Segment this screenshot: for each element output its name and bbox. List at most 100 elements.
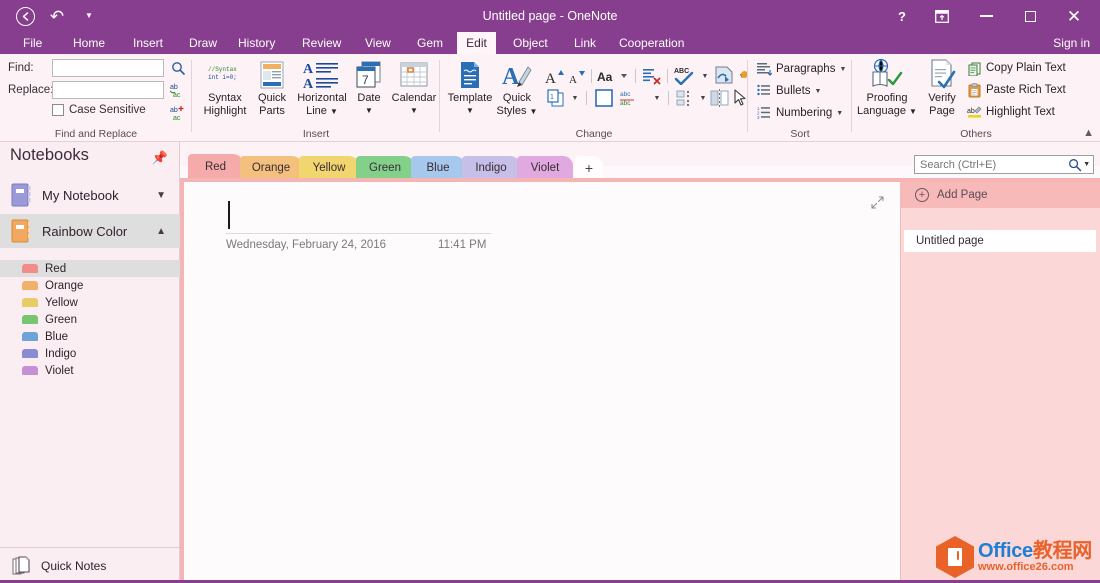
add-page-button[interactable]: + Add Page [901,182,1100,208]
notebook-my-notebook[interactable]: My Notebook ▼ [0,178,180,212]
find-input-field[interactable] [53,60,163,76]
ribbon-tab-home[interactable]: Home [64,32,114,54]
page-title-area[interactable]: Wednesday, February 24, 2016 11:41 PM [226,196,491,251]
align-button[interactable] [674,87,696,109]
shrink-font-button[interactable]: A [566,66,588,86]
section-tab-violet[interactable]: Violet [517,156,573,180]
chevron-down-icon[interactable]: ▼ [156,190,166,201]
change-case-button[interactable]: Aa [596,66,632,86]
page-title-input[interactable] [226,196,491,234]
search-input[interactable] [915,156,1067,173]
minimize-button[interactable] [964,1,1008,31]
sort-bullets-button[interactable]: Bullets ▼ [756,83,821,99]
sidebar-section-blue[interactable]: Blue [0,328,180,345]
replace-all-icon[interactable]: ab ac [168,103,188,123]
section-tab-red[interactable]: Red [188,154,243,180]
divider [632,66,638,86]
text-box-dropdown[interactable]: ▼ [650,88,664,108]
section-label: Yellow [45,297,78,309]
ribbon-tab-view[interactable]: View [356,32,400,54]
template-button[interactable]: Template ▼ [444,56,496,117]
watermark-line2: www.office26.com [978,561,1092,574]
page-date[interactable]: Wednesday, February 24, 2016 [226,239,386,251]
chevron-up-icon[interactable]: ▲ [156,226,166,237]
paste-rich-text-button[interactable]: Paste Rich Text [966,82,1066,98]
ribbon-display-options-button[interactable] [920,1,964,31]
sidebar-section-yellow[interactable]: Yellow [0,294,180,311]
notebook-rainbow-color[interactable]: Rainbow Color ▲ [0,214,180,248]
section-tab-orange[interactable]: Orange [240,156,302,180]
sidebar-section-indigo[interactable]: Indigo [0,345,180,362]
watermark-line1-cn: 教程网 [1033,540,1092,562]
sort-numbering-button[interactable]: 1 2 3 Numbering ▼ [756,105,843,121]
find-search-icon[interactable] [168,58,188,78]
horizontal-line-button[interactable]: A A Horizontal Line ▼ [292,56,352,118]
close-button[interactable]: ✕ [1052,1,1096,31]
spelling-dropdown[interactable]: ▼ [698,66,712,86]
search-icon[interactable] [1067,158,1083,172]
copy-plain-text-button[interactable]: Copy Plain Text [966,60,1066,76]
verify-page-button[interactable]: Verify Page [920,56,964,117]
sign-in-link[interactable]: Sign in [1053,32,1090,54]
sidebar-section-green[interactable]: Green [0,311,180,328]
ribbon-tab-draw[interactable]: Draw [180,32,226,54]
proofing-language-icon [870,56,904,90]
quick-styles-button[interactable]: A Quick Styles ▼ [492,56,542,118]
sort-paragraphs-button[interactable]: Paragraphs ▼ [756,61,846,77]
page-border-button[interactable] [592,87,616,109]
sort-paragraphs-label: Paragraphs [776,63,835,75]
calendar-button[interactable]: Calendar ▼ [390,56,438,117]
page-canvas[interactable]: Wednesday, February 24, 2016 11:41 PM [180,182,900,583]
ribbon-tab-insert[interactable]: Insert [124,32,172,54]
spelling-button[interactable]: ABC [672,64,698,86]
split-table-button[interactable] [708,87,732,109]
grow-font-button[interactable]: A [544,66,566,86]
page-number-button[interactable]: 1 [544,88,568,108]
search-box[interactable]: ▼ [914,155,1094,174]
verify-page-icon [927,56,957,90]
sidebar-section-violet[interactable]: Violet [0,362,180,379]
page-number-dropdown[interactable]: ▼ [568,88,582,108]
section-tab-yellow[interactable]: Yellow [299,156,359,180]
text-box-button[interactable]: abc abc [618,87,650,109]
ribbon-tab-object[interactable]: Object [504,32,557,54]
section-tab-blue[interactable]: Blue [411,156,465,180]
collapse-ribbon-button[interactable]: ▲ [1083,127,1094,139]
ribbon-tab-gem[interactable]: Gem [408,32,452,54]
date-button[interactable]: 7 Date ▼ [348,56,390,117]
ribbon-tab-review[interactable]: Review [293,32,350,54]
replace-icon[interactable]: ab ac [168,80,188,100]
quick-styles-label-1: Quick [497,92,538,105]
sidebar-section-red[interactable]: Red [0,260,180,277]
add-section-button[interactable]: + [575,156,603,180]
page-list-item[interactable]: Untitled page [904,230,1096,252]
replace-input-field[interactable] [53,82,163,98]
help-button[interactable]: ? [884,1,920,31]
highlight-text-button[interactable]: ab Highlight Text [966,104,1055,120]
section-tab-green[interactable]: Green [356,156,414,180]
quick-parts-button[interactable]: Quick Parts [250,56,294,117]
proofing-language-button[interactable]: Proofing Language ▼ [856,56,918,118]
ribbon-tab-file[interactable]: File [14,32,51,54]
ribbon-tab-link[interactable]: Link [565,32,605,54]
find-input[interactable] [52,59,164,77]
case-sensitive-checkbox[interactable]: Case Sensitive [52,104,146,116]
syntax-highlight-button[interactable]: //Syntax int i=0; Syntax Highlight [196,56,254,117]
expand-page-icon[interactable] [871,196,884,212]
chevron-down-icon[interactable]: ▼ [1083,161,1093,168]
ribbon-tab-edit[interactable]: Edit [457,32,496,54]
pin-icon[interactable]: 📌 [152,150,168,166]
ribbon-tab-cooperation[interactable]: Cooperation [610,32,693,54]
page-time[interactable]: 11:41 PM [438,239,486,251]
syntax-highlight-label-1: Syntax [204,92,247,105]
ribbon-tab-history[interactable]: History [229,32,284,54]
maximize-button[interactable] [1008,1,1052,31]
clear-formatting-button[interactable] [640,66,664,86]
quick-notes-button[interactable]: Quick Notes [0,547,180,583]
sidebar-section-orange[interactable]: Orange [0,277,180,294]
replace-input[interactable] [52,81,164,99]
svg-text:A: A [502,64,520,90]
page-color-button[interactable] [712,64,736,86]
section-tab-indigo[interactable]: Indigo [462,156,520,180]
ribbon-display-options-icon [935,10,949,23]
